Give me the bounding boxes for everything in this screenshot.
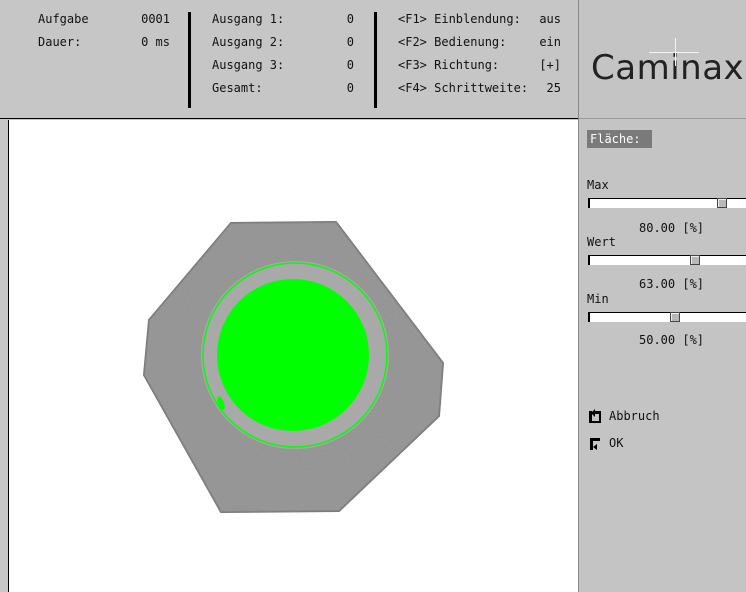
output3-row: Ausgang 3: 0	[212, 54, 354, 77]
header-divider	[188, 12, 191, 108]
logo-crosshair	[649, 52, 699, 53]
value-slider-thumb[interactable]	[690, 255, 700, 265]
value-slider[interactable]	[588, 255, 746, 265]
return-icon	[589, 408, 601, 423]
caminax-logo: Caminax	[591, 48, 745, 88]
duration-label: Dauer:	[38, 35, 82, 49]
task-value: 0001	[141, 12, 170, 26]
total-label: Gesamt:	[212, 81, 263, 95]
function-keys-group: <F1> Einblendung: aus <F2> Bedienung: ei…	[398, 8, 561, 100]
output1-row: Ausgang 1: 0	[212, 8, 354, 31]
f3-label: <F3> Richtung:	[398, 58, 500, 72]
task-group: Aufgabe 0001 Dauer: 0 ms	[38, 8, 170, 54]
max-label: Max	[587, 178, 609, 192]
side-panel: Caminax Fläche: Max 80.00 [%] Wert 63.00…	[578, 0, 746, 592]
output2-value: 0	[346, 35, 354, 49]
output1-value: 0	[346, 12, 354, 26]
value-value: 63.00 [%]	[639, 277, 705, 291]
f4-row[interactable]: <F4> Schrittweite: 25	[398, 77, 561, 100]
max-slider-thumb[interactable]	[717, 198, 727, 208]
outputs-group: Ausgang 1: 0 Ausgang 2: 0 Ausgang 3: 0 G…	[212, 8, 354, 100]
duration-row: Dauer: 0 ms	[38, 31, 170, 54]
header-divider	[374, 12, 377, 108]
f4-label: <F4> Schrittweite:	[398, 81, 529, 95]
f4-value: 25	[546, 81, 561, 95]
f3-row[interactable]: <F3> Richtung: [+]	[398, 54, 561, 77]
enter-icon	[590, 437, 600, 450]
max-slider[interactable]	[588, 198, 746, 208]
task-label: Aufgabe	[38, 12, 89, 26]
cancel-button[interactable]: Abbruch	[587, 406, 660, 426]
status-header: Aufgabe 0001 Dauer: 0 ms Ausgang 1: 0 Au…	[0, 0, 578, 119]
f1-row[interactable]: <F1> Einblendung: aus	[398, 8, 561, 31]
task-row: Aufgabe 0001	[38, 8, 170, 31]
output2-label: Ausgang 2:	[212, 35, 285, 49]
f3-value: [+]	[539, 58, 561, 72]
camera-image	[143, 221, 444, 513]
f1-value: aus	[539, 12, 561, 26]
output3-label: Ausgang 3:	[212, 58, 285, 72]
ok-button[interactable]: OK	[587, 433, 623, 453]
logo-area: Caminax	[579, 0, 746, 119]
value-label: Wert	[587, 235, 616, 249]
f2-value: ein	[539, 35, 561, 49]
output3-value: 0	[346, 58, 354, 72]
output2-row: Ausgang 2: 0	[212, 31, 354, 54]
camera-view[interactable]	[8, 120, 580, 592]
total-value: 0	[346, 81, 354, 95]
f2-label: <F2> Bedienung:	[398, 35, 507, 49]
ok-label: OK	[609, 436, 624, 450]
panel-title: Fläche:	[587, 130, 652, 148]
logo-crosshair	[675, 38, 676, 66]
output1-label: Ausgang 1:	[212, 12, 285, 26]
min-slider[interactable]	[588, 312, 746, 322]
max-value: 80.00 [%]	[639, 221, 705, 235]
min-slider-thumb[interactable]	[670, 312, 680, 322]
detected-area	[217, 279, 369, 431]
cancel-label: Abbruch	[609, 409, 660, 423]
f2-row[interactable]: <F2> Bedienung: ein	[398, 31, 561, 54]
duration-value: 0 ms	[141, 35, 170, 49]
min-value: 50.00 [%]	[639, 333, 705, 347]
total-row: Gesamt: 0	[212, 77, 354, 100]
min-label: Min	[587, 292, 609, 306]
f1-label: <F1> Einblendung:	[398, 12, 521, 26]
